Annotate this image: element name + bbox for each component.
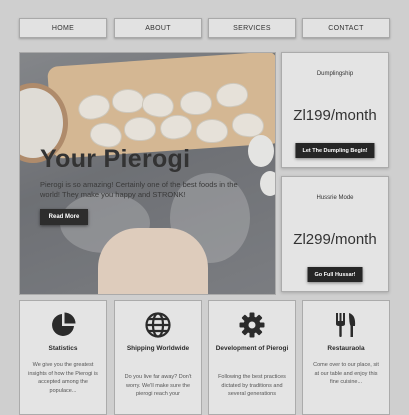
nav-home-button[interactable]: HOME xyxy=(19,18,107,38)
nav-contact-label: CONTACT xyxy=(328,24,364,32)
feature-text: Do you live far away? Don't worry. We'll… xyxy=(124,374,192,397)
dumpling-begin-button[interactable]: Let The Dumpling Begin! xyxy=(295,143,375,158)
globe-icon xyxy=(115,311,201,339)
nav-services-label: SERVICES xyxy=(233,24,271,32)
feature-title: Statistics xyxy=(48,345,78,352)
pricing-card-dumplingship: Dumplingship Zl199/month Let The Dumplin… xyxy=(281,52,389,168)
nav-about-label: ABOUT xyxy=(145,24,171,32)
feature-text: We give you the greatest insights of how… xyxy=(28,362,98,394)
plan-name: Dumplingship xyxy=(316,71,354,77)
feature-title: Restauraola xyxy=(327,345,365,352)
go-full-hussar-button[interactable]: Go Full Hussar! xyxy=(307,267,363,282)
gear-icon xyxy=(209,311,295,339)
nav-about-button[interactable]: ABOUT xyxy=(114,18,202,38)
feature-text: Come over to our place, sit at our table… xyxy=(313,362,379,385)
hero-description: Pierogi is so amazing! Certainly one of … xyxy=(40,180,238,199)
feature-title: Shipping Worldwide xyxy=(126,345,190,352)
feature-card-development: Development of Pierogi Following the bes… xyxy=(208,300,296,415)
nav-services-button[interactable]: SERVICES xyxy=(208,18,296,38)
plan-price: Zl299/month xyxy=(293,231,377,248)
nav-home-label: HOME xyxy=(51,24,75,32)
plan-price: Zl199/month xyxy=(293,107,377,124)
feature-title: Development of Pierogi xyxy=(215,345,289,352)
pie-chart-icon xyxy=(20,311,106,339)
nav-contact-button[interactable]: CONTACT xyxy=(302,18,390,38)
hero-section: Your Pierogi Pierogi is so amazing! Cert… xyxy=(19,52,276,295)
read-more-button[interactable]: Read More xyxy=(40,209,88,225)
hero-title: Your Pierogi xyxy=(40,145,191,173)
feature-card-restaurant: Restauraola Come over to our place, sit … xyxy=(302,300,390,415)
feature-text: Following the best practices dictated by… xyxy=(218,374,286,397)
utensils-icon xyxy=(303,311,389,339)
pricing-card-hussrie-mode: Hussrie Mode Zl299/month Go Full Hussar! xyxy=(281,176,389,292)
feature-card-statistics: Statistics We give you the greatest insi… xyxy=(19,300,107,415)
plan-name: Hussrie Mode xyxy=(316,195,354,201)
feature-card-shipping: Shipping Worldwide Do you live far away?… xyxy=(114,300,202,415)
